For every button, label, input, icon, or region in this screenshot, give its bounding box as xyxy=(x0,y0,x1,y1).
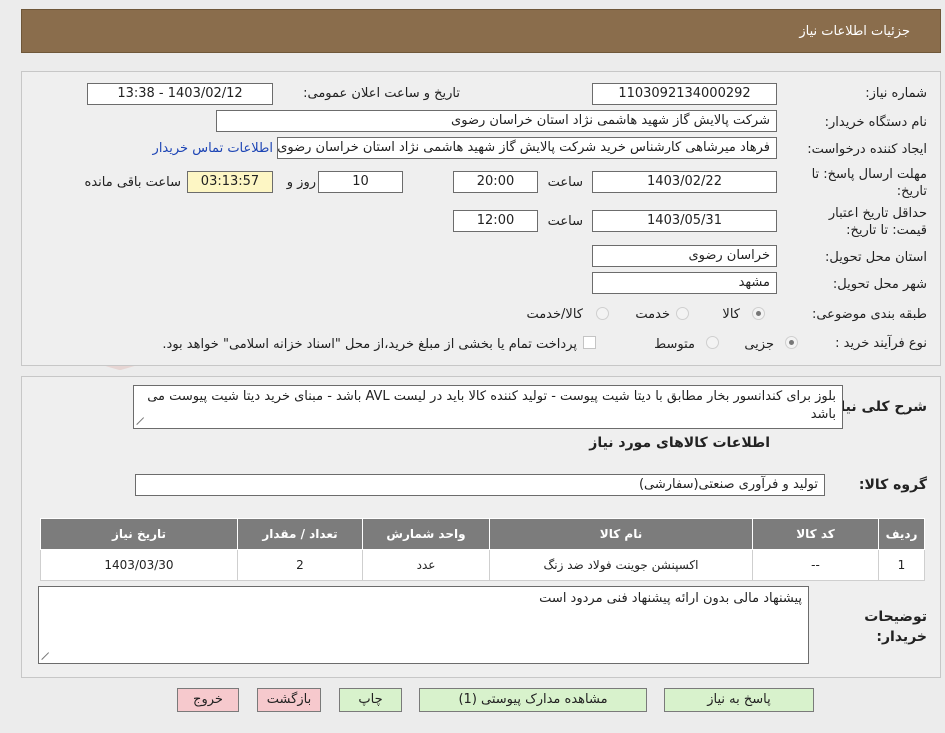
buyer-org-label: نام دستگاه خریدار: xyxy=(824,115,927,130)
exit-button[interactable]: خروج xyxy=(177,688,239,712)
description-textarea[interactable]: بلوز برای کندانسور بخار مطابق با دیتا شی… xyxy=(133,385,843,429)
reply-button[interactable]: پاسخ به نیاز xyxy=(664,688,814,712)
day-and-label: روز و xyxy=(286,175,316,190)
goods-group-label: گروه کالا: xyxy=(858,477,927,493)
buyer-notes-label: توضیحات خریدار: xyxy=(864,609,927,645)
buyer-notes-textarea[interactable]: پیشنهاد مالی بدون ارائه پیشنهاد فنی مردو… xyxy=(38,586,809,664)
validity-date-field[interactable]: 1403/05/31 xyxy=(592,210,777,232)
goods-table-header-row: ردیف کد کالا نام کالا واحد شمارش تعداد /… xyxy=(40,518,925,550)
city-label: شهر محل تحویل: xyxy=(832,277,927,292)
cell-unit: عدد xyxy=(362,549,490,581)
category-goods-service-label: کالا/خدمت xyxy=(526,307,583,322)
remaining-time-label: ساعت باقی مانده xyxy=(84,175,181,190)
buyer-org-field[interactable]: شرکت پالایش گاز شهید هاشمی نژاد استان خر… xyxy=(216,110,777,132)
col-date-header: تاریخ نیاز xyxy=(40,518,238,550)
cell-code: -- xyxy=(752,549,879,581)
buyer-notes-text: پیشنهاد مالی بدون ارائه پیشنهاد فنی مردو… xyxy=(539,591,802,606)
col-name-header: نام کالا xyxy=(489,518,753,550)
announce-datetime-field[interactable]: 1403/02/12 - 13:38 xyxy=(87,83,273,105)
goods-info-title: اطلاعات کالاهای مورد نیاز xyxy=(589,435,770,451)
col-qty-header: تعداد / مقدار xyxy=(237,518,363,550)
col-unit-header: واحد شمارش xyxy=(362,518,490,550)
process-minor-label: جزیی xyxy=(744,337,774,352)
cell-date: 1403/03/30 xyxy=(40,549,238,581)
goods-group-field[interactable]: تولید و فرآوری صنعتی(سفارشی) xyxy=(135,474,825,496)
category-service-label: خدمت xyxy=(635,307,670,322)
need-number-field[interactable]: 1103092134000292 xyxy=(592,83,777,105)
validity-time-label: ساعت xyxy=(547,214,583,229)
deadline-label: مهلت ارسال پاسخ: تا تاریخ: xyxy=(811,167,927,199)
cell-name: اکسپنشن جوینت فولاد ضد زنگ xyxy=(489,549,753,581)
city-field[interactable]: مشهد xyxy=(592,272,777,294)
process-radio-medium[interactable] xyxy=(706,336,719,349)
page-title: جزئیات اطلاعات نیاز xyxy=(799,24,910,39)
goods-table: ردیف کد کالا نام کالا واحد شمارش تعداد /… xyxy=(40,518,925,581)
province-label: استان محل تحویل: xyxy=(825,250,927,265)
buyer-contact-link[interactable]: اطلاعات تماس خریدار xyxy=(153,141,273,156)
category-label: طبقه بندی موضوعی: xyxy=(811,307,927,322)
treasury-payment-note: پرداخت تمام یا بخشی از مبلغ خرید،از محل … xyxy=(162,337,577,352)
validity-time-field[interactable]: 12:00 xyxy=(453,210,538,232)
process-medium-label: متوسط xyxy=(654,337,695,352)
requester-field[interactable]: فرهاد میرشاهی کارشناس خرید شرکت پالایش گ… xyxy=(277,137,777,159)
description-text: بلوز برای کندانسور بخار مطابق با دیتا شی… xyxy=(147,389,836,422)
process-label: نوع فرآیند خرید : xyxy=(835,336,927,351)
table-row: 1 -- اکسپنشن جوینت فولاد ضد زنگ عدد 2 14… xyxy=(40,549,925,581)
deadline-date-field[interactable]: 1403/02/22 xyxy=(592,171,777,193)
cell-row: 1 xyxy=(878,549,925,581)
requester-label: ایجاد کننده درخواست: xyxy=(807,142,927,157)
treasury-payment-checkbox[interactable] xyxy=(583,336,596,349)
remaining-days-field[interactable]: 10 xyxy=(318,171,403,193)
process-radio-minor[interactable] xyxy=(785,336,798,349)
col-row-header: ردیف xyxy=(878,518,925,550)
category-radio-service[interactable] xyxy=(676,307,689,320)
validity-label: حداقل تاریخ اعتبار قیمت: تا تاریخ: xyxy=(828,206,927,238)
category-radio-goods-service[interactable] xyxy=(596,307,609,320)
category-goods-label: کالا xyxy=(722,307,740,322)
print-button[interactable]: چاپ xyxy=(339,688,402,712)
attachments-button[interactable]: مشاهده مدارک پیوستی (1) xyxy=(419,688,647,712)
back-button[interactable]: بازگشت xyxy=(257,688,321,712)
announce-label: تاریخ و ساعت اعلان عمومی: xyxy=(303,86,460,101)
category-radio-goods[interactable] xyxy=(752,307,765,320)
need-number-label: شماره نیاز: xyxy=(865,86,927,101)
resize-grip-icon[interactable] xyxy=(137,417,145,425)
deadline-time-label: ساعت xyxy=(547,175,583,190)
page-header: جزئیات اطلاعات نیاز xyxy=(21,9,941,53)
resize-grip-icon[interactable] xyxy=(42,652,50,660)
deadline-time-field[interactable]: 20:00 xyxy=(453,171,538,193)
cell-qty: 2 xyxy=(237,549,363,581)
remaining-time-field: 03:13:57 xyxy=(187,171,273,193)
province-field[interactable]: خراسان رضوی xyxy=(592,245,777,267)
col-code-header: کد کالا xyxy=(752,518,879,550)
